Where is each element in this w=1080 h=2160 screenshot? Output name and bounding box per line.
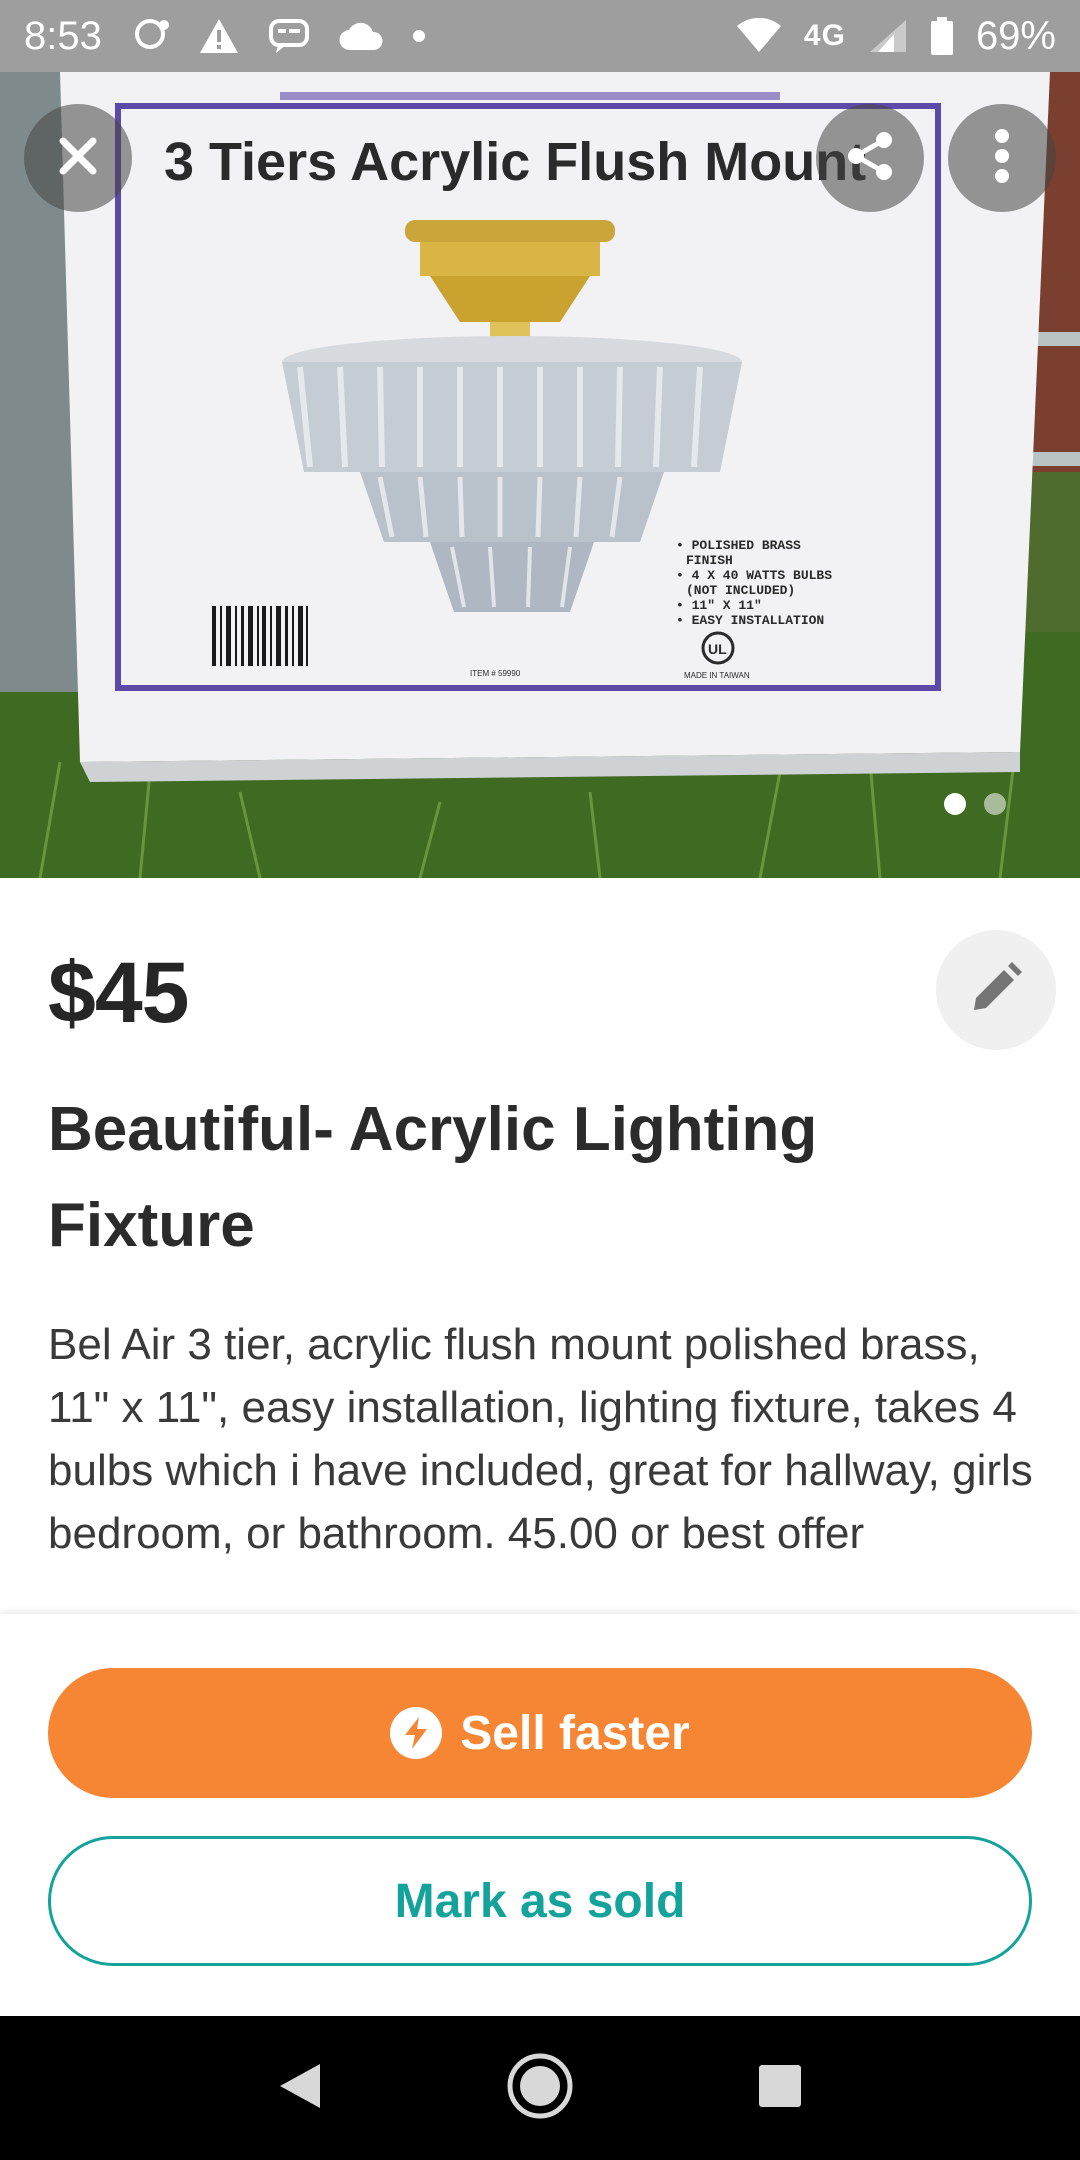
svg-text:• POLISHED BRASS: • POLISHED BRASS: [676, 538, 801, 553]
home-circle-icon: [505, 2051, 575, 2126]
share-icon: [842, 128, 898, 189]
mark-as-sold-label: Mark as sold: [394, 1874, 686, 1928]
more-vert-icon: [992, 128, 1012, 189]
sell-faster-label: Sell faster: [460, 1706, 690, 1760]
status-time: 8:53: [24, 13, 102, 58]
battery-icon: [930, 16, 954, 56]
message-icon: [268, 17, 310, 55]
listing-photo-carousel[interactable]: 3 Tiers Acrylic Flush Mount • POLISHED B…: [0, 72, 1080, 878]
listing-title: Beautiful- Acrylic Lighting Fixture: [48, 1095, 818, 1260]
warning-icon: [198, 17, 240, 55]
cloud-icon: [338, 20, 384, 52]
wifi-icon: [736, 18, 782, 54]
box-heading: 3 Tiers Acrylic Flush Mount: [164, 132, 866, 192]
svg-text:• 11" X 11": • 11" X 11": [676, 598, 762, 613]
back-button[interactable]: [260, 2048, 340, 2128]
mark-as-sold-button[interactable]: Mark as sold: [48, 1836, 1032, 1966]
home-button[interactable]: [500, 2048, 580, 2128]
more-notifications-dot-icon: [412, 29, 426, 43]
recents-square-icon: [757, 2063, 803, 2114]
carousel-dot-active[interactable]: [944, 793, 966, 815]
carousel-indicator: [944, 793, 1006, 815]
share-button[interactable]: [816, 104, 924, 212]
chat-notification-icon: [130, 16, 170, 56]
battery-percent: 69%: [975, 13, 1056, 58]
listing-photo: 3 Tiers Acrylic Flush Mount • POLISHED B…: [0, 72, 1080, 878]
close-icon: [55, 133, 101, 184]
svg-text:FINISH: FINISH: [686, 553, 733, 568]
carousel-dot[interactable]: [984, 793, 1006, 815]
listing-price: $45: [48, 945, 189, 1041]
close-button[interactable]: [24, 104, 132, 212]
bolt-icon: [390, 1707, 443, 1759]
edit-listing-button[interactable]: [936, 930, 1056, 1050]
network-type-label: 4G: [803, 19, 846, 52]
back-triangle-icon: [276, 2060, 324, 2117]
svg-text:• EASY INSTALLATION: • EASY INSTALLATION: [676, 613, 824, 628]
action-panel: Sell faster Mark as sold: [0, 1614, 1080, 2016]
svg-text:• 4 X 40 WATTS BULBS: • 4 X 40 WATTS BULBS: [676, 568, 832, 583]
svg-text:(NOT INCLUDED): (NOT INCLUDED): [686, 583, 795, 598]
item-number: ITEM # 59990: [470, 669, 521, 678]
made-in-label: MADE IN TAIWAN: [684, 671, 750, 680]
status-bar: 8:53 4G 69%: [0, 0, 1080, 72]
pencil-icon: [968, 960, 1024, 1021]
more-options-button[interactable]: [948, 104, 1056, 212]
signal-icon: [868, 18, 908, 54]
system-navigation-bar: [0, 2016, 1080, 2160]
sell-faster-button[interactable]: Sell faster: [48, 1668, 1032, 1798]
listing-description: Bel Air 3 tier, acrylic flush mount poli…: [48, 1320, 1033, 1558]
ul-mark: UL: [708, 641, 727, 657]
recents-button[interactable]: [740, 2048, 820, 2128]
